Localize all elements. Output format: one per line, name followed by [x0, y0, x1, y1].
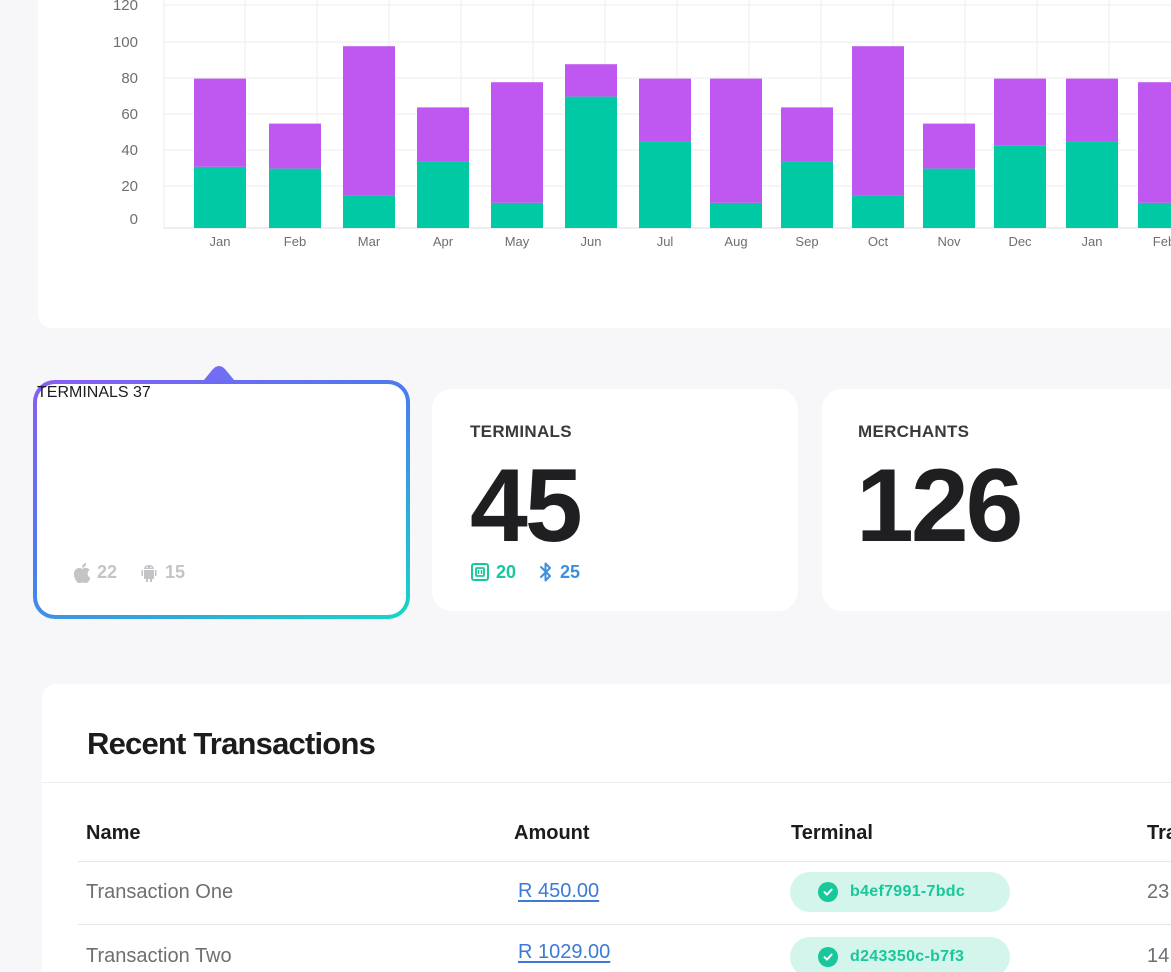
x-tick-label: Jan — [210, 234, 231, 249]
bar-segment-jul — [639, 141, 691, 228]
bar-segment-may — [491, 202, 543, 228]
y-tick-label: 0 — [130, 211, 138, 228]
x-tick-label: Jul — [657, 234, 674, 249]
transaction-name: Transaction Two — [86, 945, 232, 967]
stat-value: 37 — [133, 384, 151, 401]
section-title: Recent Transactions — [87, 726, 376, 761]
bar-segment-sep — [781, 107, 833, 162]
bar-segment-jan — [194, 78, 246, 167]
bar-segment-jul — [639, 78, 691, 142]
y-tick-label: 20 — [121, 178, 138, 195]
bar-segment-feb — [1138, 82, 1171, 203]
android-count: 15 — [165, 562, 186, 582]
x-tick-label: Sep — [795, 234, 818, 249]
bar-segment-nov — [923, 123, 975, 169]
row-divider — [78, 924, 1171, 925]
stat-card-merchants[interactable]: MERCHANTS 126 — [822, 389, 1171, 611]
stat-label: TERMINALS — [470, 422, 572, 441]
bar-segment-sep — [781, 161, 833, 228]
stat-label: TERMINALS — [37, 384, 129, 401]
bar-segment-oct — [852, 195, 904, 228]
bar-segment-jun — [565, 96, 617, 228]
platform-breakdown: 22 15 — [73, 562, 207, 583]
x-tick-label: Mar — [358, 234, 381, 249]
y-tick-label: 40 — [121, 142, 138, 159]
transaction-name: Transaction One — [86, 881, 234, 903]
x-tick-label: Nov — [937, 234, 961, 249]
bar-segment-may — [491, 82, 543, 203]
x-tick-label: Dec — [1008, 234, 1032, 249]
y-tick-label: 120 — [113, 0, 138, 14]
x-tick-label: Jun — [581, 234, 602, 249]
column-header-terminal[interactable]: Terminal — [791, 822, 873, 845]
bar-segment-feb — [1138, 202, 1171, 228]
bar-segment-mar — [343, 46, 395, 196]
divider — [42, 782, 1171, 783]
terminal-id: d243350c-b7f3 — [850, 948, 965, 965]
bar-segment-dec — [994, 145, 1046, 228]
x-tick-label: Apr — [433, 234, 454, 249]
bar-segment-oct — [852, 46, 904, 196]
x-tick-label: May — [505, 234, 530, 249]
x-tick-label: Oct — [868, 234, 889, 249]
transaction-extra-value: 14 — [1147, 945, 1170, 967]
bar-segment-nov — [923, 168, 975, 228]
x-tick-label: Jan — [1082, 234, 1103, 249]
check-circle-icon — [818, 947, 838, 967]
bar-segment-feb — [269, 168, 321, 228]
ios-count: 22 — [97, 562, 118, 582]
transaction-amount-link[interactable]: R 1029.00 — [518, 941, 610, 964]
terminal-id: b4ef7991-7bdc — [850, 883, 966, 900]
bar-segment-aug — [710, 78, 762, 203]
column-header-name[interactable]: Name — [86, 822, 140, 845]
nfc-terminal-icon — [470, 562, 490, 582]
bar-segment-apr — [417, 161, 469, 228]
stat-card-ios-android-terminals[interactable]: TERMINALS 37 22 15 — [33, 380, 410, 619]
stat-value: 126 — [856, 448, 1024, 564]
transaction-amount-link[interactable]: R 450.00 — [518, 880, 599, 903]
column-header-amount[interactable]: Amount — [514, 822, 590, 845]
bar-segment-apr — [417, 107, 469, 162]
stat-card-nfc-bluetooth-terminals[interactable]: TERMINALS 45 20 25 — [432, 389, 798, 611]
x-tick-label: Aug — [724, 234, 747, 249]
x-tick-label: Feb — [1153, 234, 1171, 249]
terminal-badge[interactable]: d243350c-b7f3 — [790, 937, 1010, 972]
y-tick-label: 80 — [121, 70, 138, 87]
android-icon — [139, 563, 159, 583]
header-divider — [78, 861, 1171, 862]
x-tick-label: Feb — [284, 234, 306, 249]
check-circle-icon — [818, 882, 838, 902]
bar-segment-feb — [269, 123, 321, 169]
bar-segment-jan — [194, 166, 246, 228]
bluetooth-icon — [538, 561, 554, 583]
terminal-badge[interactable]: b4ef7991-7bdc — [790, 872, 1010, 912]
apple-icon — [73, 562, 91, 583]
bar-segment-jan — [1066, 141, 1118, 228]
stacked-bar-chart: 0 20 40 60 80 100 120 Jan Feb Mar Apr May Jun Jul Aug S… — [113, 0, 1171, 249]
bar-segment-jan — [1066, 78, 1118, 142]
bluetooth-count: 25 — [560, 561, 581, 582]
y-tick-label: 100 — [113, 34, 138, 51]
stat-label: MERCHANTS — [858, 422, 970, 441]
bar-segment-mar — [343, 195, 395, 228]
connectivity-breakdown: 20 25 — [470, 561, 602, 583]
bar-segment-aug — [710, 202, 762, 228]
nfc-count: 20 — [496, 561, 517, 582]
stat-value: 45 — [470, 448, 583, 564]
bar-segment-dec — [994, 78, 1046, 146]
transaction-extra-value: 23 — [1147, 881, 1170, 903]
column-header-truncated[interactable]: Tra — [1147, 822, 1171, 845]
y-tick-label: 60 — [121, 106, 138, 123]
bar-segment-jun — [565, 64, 617, 97]
